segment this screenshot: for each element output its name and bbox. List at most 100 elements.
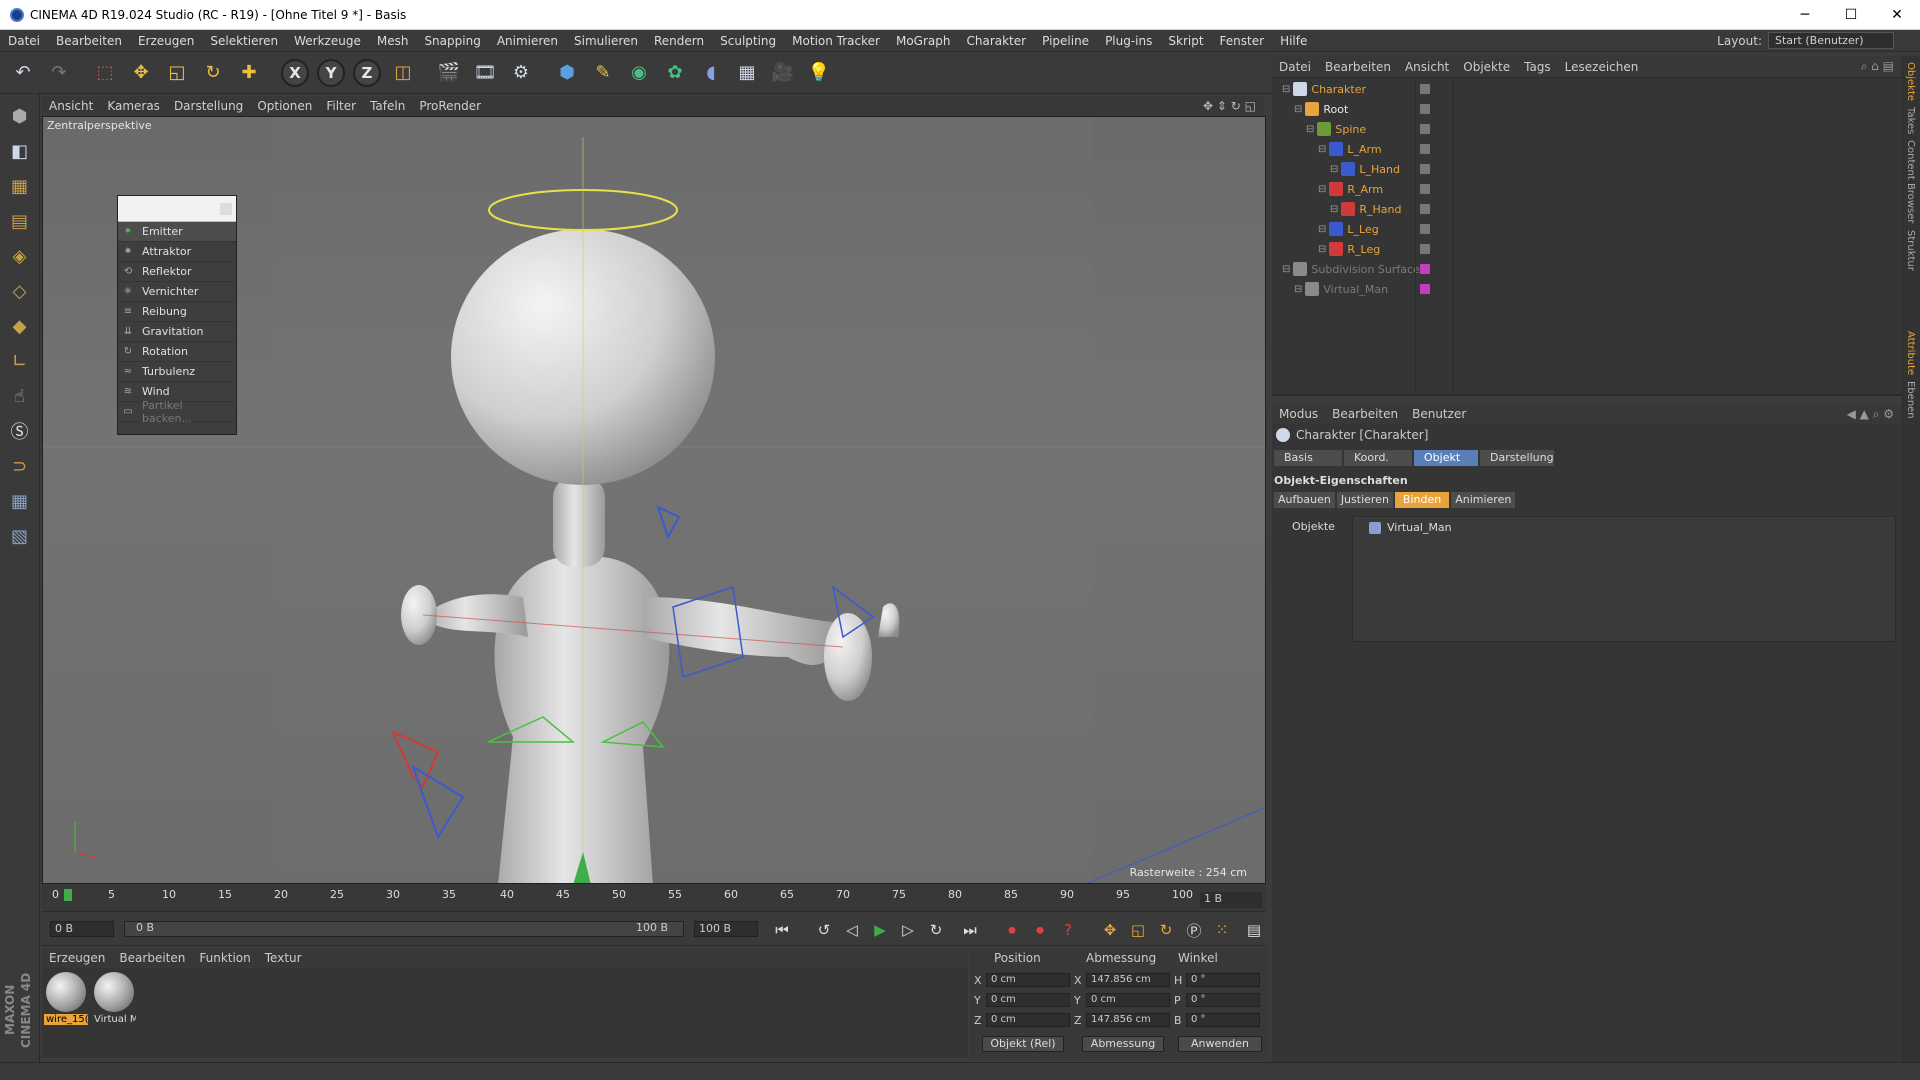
current-frame-field[interactable]: 1 B (1200, 892, 1262, 908)
tab-basis[interactable]: Basis (1274, 450, 1342, 466)
visibility-toggle-icon[interactable] (1420, 224, 1430, 234)
menu-item-turbulenz[interactable]: ≈ Turbulenz (118, 362, 236, 382)
expand-toggle-icon[interactable]: ⊟ (1330, 204, 1338, 215)
object-tree-item[interactable]: ⊟ R_Arm (1318, 180, 1383, 198)
menu-sculpting[interactable]: Sculpting (712, 34, 784, 48)
material-menu-erzeugen[interactable]: Erzeugen (42, 951, 112, 965)
material-menu-bearbeiten[interactable]: Bearbeiten (112, 951, 192, 965)
material-swatch[interactable]: wire_15( (44, 970, 88, 1026)
viewport-menu-prorender[interactable]: ProRender (412, 99, 488, 113)
undo-icon[interactable]: ↶ (6, 56, 40, 90)
menu-mograph[interactable]: MoGraph (888, 34, 959, 48)
attribute-menu-benutzer[interactable]: Benutzer (1405, 407, 1473, 421)
close-button[interactable]: ✕ (1874, 0, 1920, 30)
viewport-menu-kameras[interactable]: Kameras (100, 99, 167, 113)
record-rotation-icon[interactable]: ↻ (1154, 918, 1178, 942)
viewport-menu-darstellung[interactable]: Darstellung (167, 99, 250, 113)
recent-tool-icon[interactable]: ✚ (232, 56, 266, 90)
menu-mesh[interactable]: Mesh (369, 34, 417, 48)
rotation-p-field[interactable]: 0 ° (1186, 993, 1260, 1007)
dock-tab-attribute[interactable]: Attribute (1905, 331, 1916, 375)
render-picture-viewer-icon[interactable]: 🎞 (468, 56, 502, 90)
object-menu-bearbeiten[interactable]: Bearbeiten (1318, 60, 1398, 74)
subtab-animieren[interactable]: Animieren (1451, 492, 1516, 508)
visibility-toggle-icon[interactable] (1420, 184, 1430, 194)
object-tree-item[interactable]: ⊟ L_Arm (1318, 140, 1382, 158)
expand-toggle-icon[interactable]: ⊟ (1282, 264, 1290, 275)
object-tree-item[interactable]: ⊟ Spine (1306, 120, 1366, 138)
keyframe-selection-icon[interactable]: ? (1056, 918, 1080, 942)
expand-toggle-icon[interactable]: ⊟ (1294, 284, 1302, 295)
workplane-grid-icon[interactable]: ▦ (4, 485, 36, 517)
menu-selektieren[interactable]: Selektieren (202, 34, 286, 48)
viewport-nav-icons[interactable]: ✥ ⇕ ↻ ◱ (1203, 99, 1264, 113)
position-y-field[interactable]: 0 cm (986, 993, 1070, 1007)
scale-tool-icon[interactable]: ◱ (160, 56, 194, 90)
subtab-justieren[interactable]: Justieren (1336, 492, 1393, 508)
object-tree-item[interactable]: ⊟ Subdivision Surface (1282, 260, 1420, 278)
visibility-toggle-icon[interactable] (1420, 264, 1430, 274)
polygons-mode-icon[interactable]: ◆ (4, 310, 36, 342)
layout-dropdown[interactable]: Start (Benutzer) (1768, 32, 1894, 49)
viewport-menu-ansicht[interactable]: Ansicht (42, 99, 100, 113)
subtab-aufbauen[interactable]: Aufbauen (1274, 492, 1335, 508)
3d-viewport[interactable]: Zentralperspektive ✶ Emitter ✷ Attraktor… (42, 116, 1266, 884)
menu-pipeline[interactable]: Pipeline (1034, 34, 1097, 48)
size-z-field[interactable]: 147.856 cm (1086, 1013, 1170, 1027)
menu-erzeugen[interactable]: Erzeugen (130, 34, 202, 48)
expand-toggle-icon[interactable]: ⊟ (1318, 224, 1326, 235)
popup-title-bar[interactable] (118, 196, 236, 222)
menu-animieren[interactable]: Animieren (489, 34, 566, 48)
expand-toggle-icon[interactable]: ⊟ (1306, 124, 1314, 135)
menu-hilfe[interactable]: Hilfe (1272, 34, 1315, 48)
position-x-field[interactable]: 0 cm (986, 973, 1070, 987)
model-mode-icon[interactable]: ◧ (4, 135, 36, 167)
previous-frame-icon[interactable]: ◁ (840, 918, 864, 942)
tab-darstellung[interactable]: Darstellung (1480, 450, 1554, 466)
apply-button[interactable]: Anwenden (1178, 1036, 1262, 1052)
axis-mode-icon[interactable]: ∟ (4, 345, 36, 377)
menu-plugins[interactable]: Plug-ins (1097, 34, 1160, 48)
object-tree-item[interactable]: ⊟ R_Hand (1330, 200, 1402, 218)
menu-item-emitter[interactable]: ✶ Emitter (118, 222, 236, 242)
object-menu-objekte[interactable]: Objekte (1456, 60, 1517, 74)
menu-item-vernichter[interactable]: ✳ Vernichter (118, 282, 236, 302)
coordinate-mode-dropdown[interactable]: Objekt (Rel) (982, 1036, 1064, 1052)
object-manager-search-icon[interactable]: ⌕ ⌂ ▤ (1861, 59, 1902, 74)
material-menu-funktion[interactable]: Funktion (192, 951, 257, 965)
visibility-toggle-icon[interactable] (1420, 124, 1430, 134)
dock-tab-objekte[interactable]: Objekte (1905, 62, 1916, 101)
menu-charakter[interactable]: Charakter (958, 34, 1034, 48)
rotation-h-field[interactable]: 0 ° (1186, 973, 1260, 987)
render-settings-icon[interactable]: ⚙ (504, 56, 538, 90)
menu-skript[interactable]: Skript (1160, 34, 1211, 48)
material-manager[interactable]: wire_15( Virtual M (42, 968, 968, 1058)
size-mode-dropdown[interactable]: Abmessung (1082, 1036, 1164, 1052)
locked-workplane-icon[interactable]: ▧ (4, 520, 36, 552)
minimize-button[interactable]: ─ (1782, 0, 1828, 30)
y-axis-lock-button[interactable]: Y (317, 58, 345, 87)
previous-key-icon[interactable]: ↺ (812, 918, 836, 942)
size-x-field[interactable]: 147.856 cm (1086, 973, 1170, 987)
rotation-b-field[interactable]: 0 ° (1186, 1013, 1260, 1027)
record-parameter-icon[interactable]: Ⓟ (1182, 918, 1206, 942)
subdivision-icon[interactable]: ◉ (622, 56, 656, 90)
rotate-tool-icon[interactable]: ↻ (196, 56, 230, 90)
go-to-end-icon[interactable]: ⏭ (958, 918, 982, 942)
tweak-mode-icon[interactable]: ☝ (4, 380, 36, 412)
object-menu-lesezeichen[interactable]: Lesezeichen (1558, 60, 1646, 74)
visibility-toggle-icon[interactable] (1420, 244, 1430, 254)
material-menu-textur[interactable]: Textur (258, 951, 309, 965)
autokeying-icon[interactable]: ⏺ (1028, 918, 1052, 942)
viewport-menu-tafeln[interactable]: Tafeln (363, 99, 412, 113)
magnet-icon[interactable]: ⊃ (4, 450, 36, 482)
time-range-slider[interactable] (124, 921, 684, 937)
deformer-icon[interactable]: ◖ (694, 56, 728, 90)
next-key-icon[interactable]: ↻ (924, 918, 948, 942)
object-tree-item[interactable]: ⊟ R_Leg (1318, 240, 1380, 258)
object-tree-item[interactable]: ⊟ Virtual_Man (1294, 280, 1388, 298)
size-y-field[interactable]: 0 cm (1086, 993, 1170, 1007)
attribute-menu-bearbeiten[interactable]: Bearbeiten (1325, 407, 1405, 421)
visibility-toggle-icon[interactable] (1420, 164, 1430, 174)
redo-icon[interactable]: ↷ (42, 56, 76, 90)
